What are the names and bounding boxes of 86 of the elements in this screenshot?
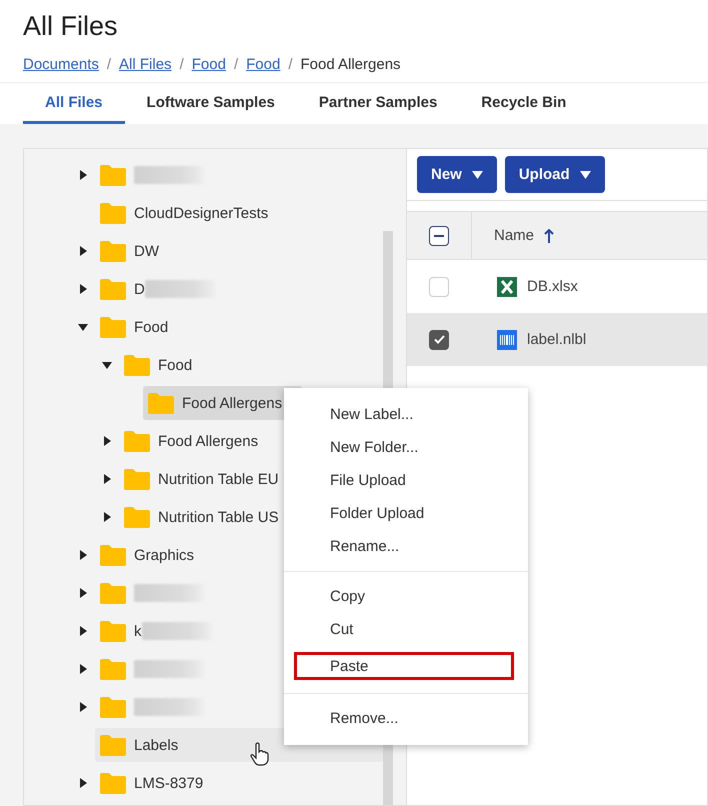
folder-item[interactable]: DW [95, 234, 179, 268]
barcode-icon [497, 330, 517, 350]
breadcrumb-link[interactable]: Food [192, 56, 226, 72]
menu-item[interactable]: Cut [284, 613, 528, 646]
collapsed-arrow-icon[interactable] [78, 588, 88, 598]
row-checkbox[interactable] [429, 330, 449, 350]
file-name: label.nlbl [527, 331, 586, 348]
folder-icon [100, 316, 126, 338]
column-header[interactable]: Name [494, 227, 534, 244]
folder-name: Food Allergens [182, 394, 282, 412]
folder-item[interactable]: CloudDesignerTests [95, 196, 288, 230]
folder-name: CloudDesignerTests [134, 204, 268, 222]
folder-name: Labels [134, 736, 178, 754]
page-title: All Files [23, 10, 119, 42]
collapsed-arrow-icon[interactable] [78, 664, 88, 674]
breadcrumb-link[interactable]: Documents [23, 56, 99, 72]
breadcrumb-separator: / [180, 56, 184, 72]
folder-name: Graphics [134, 546, 194, 564]
folder-name: k [134, 622, 142, 640]
folder-item[interactable]: Graphics [95, 538, 214, 572]
folder-icon [124, 468, 150, 490]
folder-name: Food [158, 356, 192, 374]
spreadsheet-icon [497, 276, 517, 296]
folder-name: Nutrition Table US [158, 508, 279, 526]
file-name: DB.xlsx [527, 278, 578, 295]
folder-icon [100, 658, 126, 680]
sort-arrow-icon[interactable] [544, 228, 554, 242]
collapsed-arrow-icon[interactable] [78, 170, 88, 180]
folder-icon [100, 734, 126, 756]
folder-icon [100, 582, 126, 604]
caret-icon [580, 170, 591, 178]
folder-item[interactable]: k [95, 614, 232, 648]
current-folder-name: Food Allergens [300, 56, 401, 72]
folder-icon [124, 430, 150, 452]
collapsed-arrow-icon[interactable] [78, 246, 88, 256]
dropdown-button[interactable]: Upload [504, 156, 605, 193]
collapsed-arrow-icon[interactable] [78, 284, 88, 294]
menu-item[interactable]: Copy [284, 580, 528, 613]
folder-name: D [134, 280, 145, 298]
folder-icon [100, 202, 126, 224]
folder-item[interactable]: Food Allergens [119, 424, 278, 458]
collapsed-arrow-icon[interactable] [102, 474, 112, 484]
collapsed-arrow-icon[interactable] [78, 778, 88, 788]
expanded-arrow-icon[interactable] [102, 360, 112, 370]
folder-item[interactable]: Food [95, 310, 188, 344]
collapsed-arrow-icon[interactable] [102, 436, 112, 446]
folder-icon [100, 240, 126, 262]
breadcrumb-separator: / [234, 56, 238, 72]
folder-icon [100, 544, 126, 566]
folder-item[interactable]: D [95, 272, 235, 306]
folder-icon [124, 354, 150, 376]
tab[interactable]: Loftware Samples [124, 83, 297, 124]
tab[interactable]: Recycle Bin [459, 83, 588, 124]
hand-cursor-icon [250, 742, 270, 766]
menu-item[interactable]: Paste [294, 652, 514, 680]
collapsed-arrow-icon[interactable] [78, 550, 88, 560]
folder-icon [100, 278, 126, 300]
collapsed-arrow-icon[interactable] [78, 702, 88, 712]
folder-name: Food Allergens [158, 432, 258, 450]
folder-icon [100, 696, 126, 718]
breadcrumb-link[interactable]: All Files [119, 56, 172, 72]
folder-item[interactable]: LMS-8379 [95, 766, 224, 800]
folder-item[interactable]: Food [119, 348, 212, 382]
file-row[interactable]: label.nlbl [407, 313, 707, 366]
minus-icon [434, 234, 444, 236]
folder-icon [100, 164, 126, 186]
breadcrumb-separator: / [106, 56, 112, 72]
folder-icon [148, 392, 174, 414]
folder-name: Food [134, 318, 168, 336]
expanded-arrow-icon[interactable] [78, 322, 88, 332]
breadcrumb-separator: / [288, 56, 292, 72]
folder-name: LMS-8379 [134, 774, 204, 792]
tab[interactable]: Partner Samples [296, 83, 460, 124]
folder-name: DW [134, 242, 159, 260]
caret-icon [472, 170, 483, 178]
menu-item[interactable]: New Folder... [284, 431, 528, 464]
collapsed-arrow-icon[interactable] [102, 512, 112, 522]
folder-icon [124, 506, 150, 528]
dropdown-button[interactable]: New [417, 156, 497, 193]
breadcrumb-link[interactable]: Food [246, 56, 280, 72]
folder-icon [100, 772, 126, 794]
folder-name: Nutrition Table EU [158, 470, 279, 488]
select-all-checkbox[interactable] [429, 226, 449, 246]
check-icon [434, 335, 444, 344]
folder-icon [100, 620, 126, 642]
collapsed-arrow-icon[interactable] [78, 626, 88, 636]
